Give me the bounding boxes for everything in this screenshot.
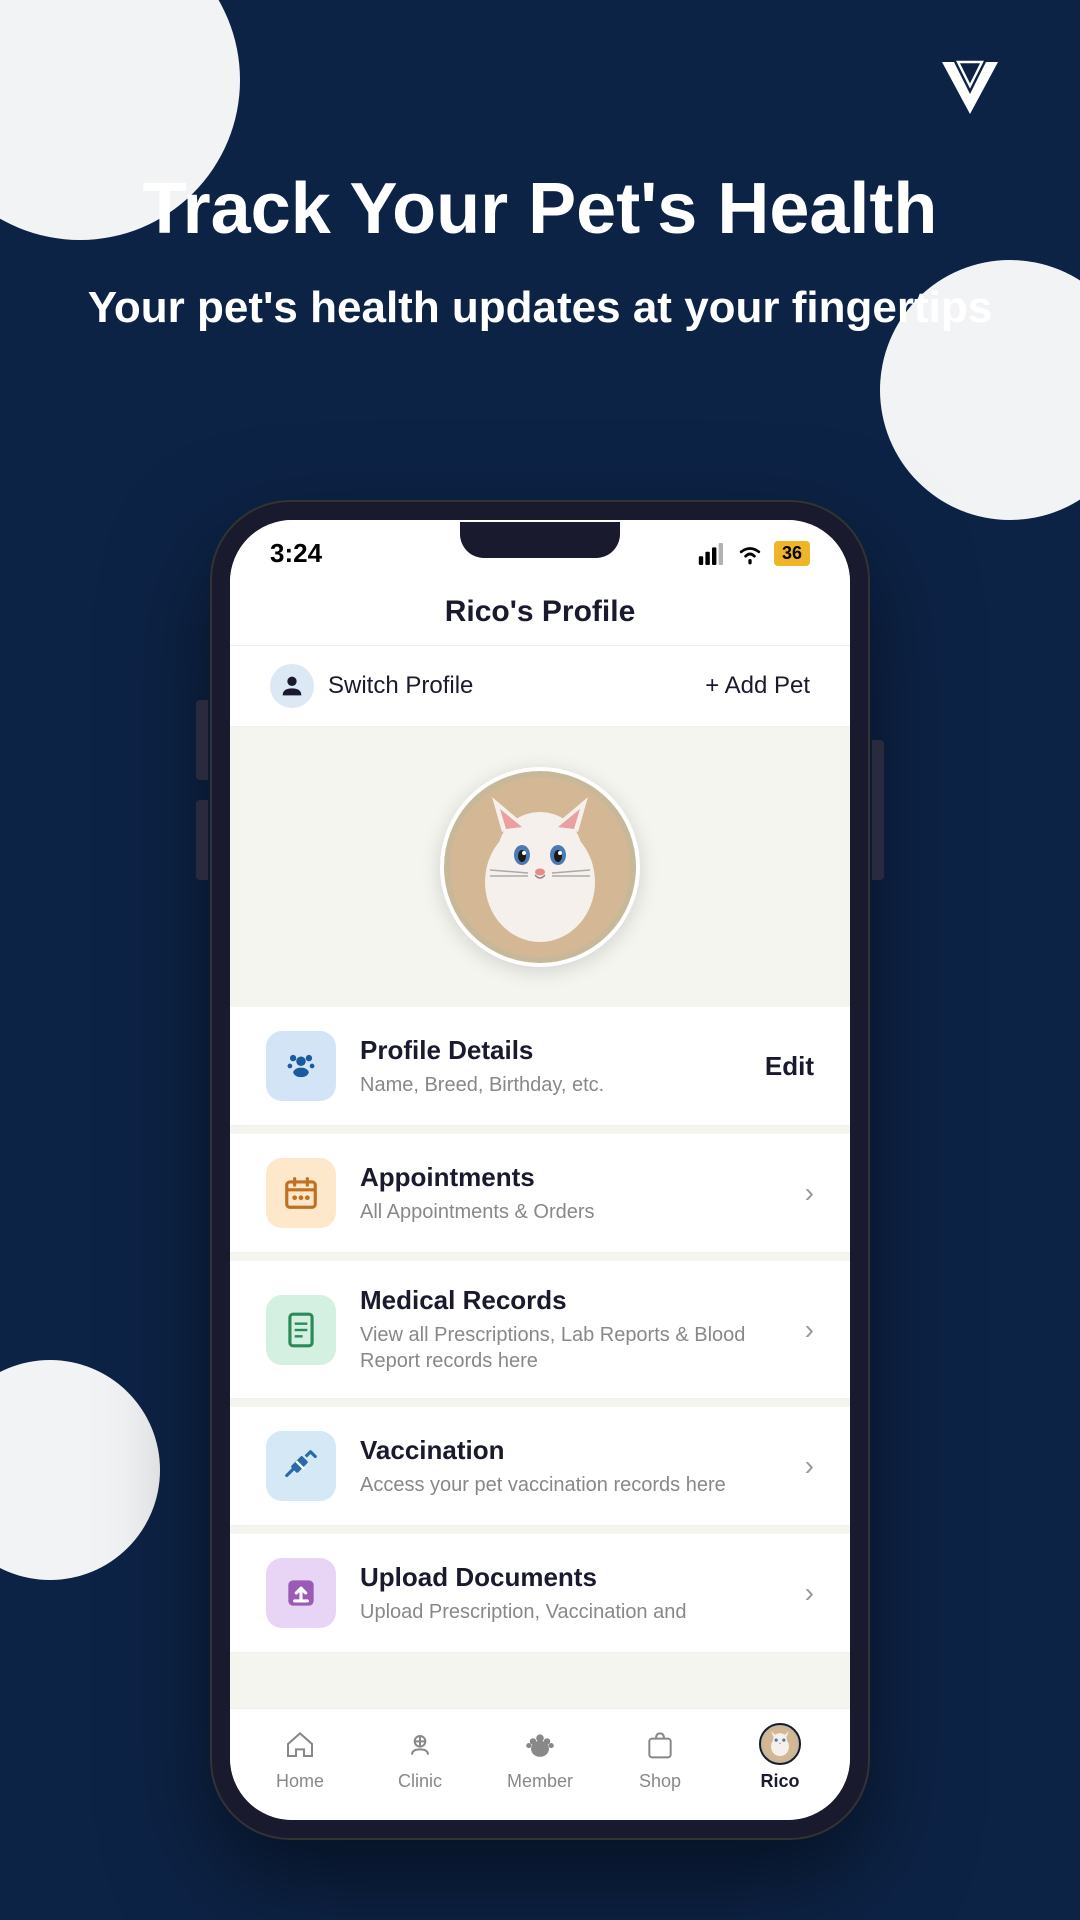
switch-profile-button[interactable]: Switch Profile [270, 664, 473, 708]
calendar-icon [282, 1174, 320, 1212]
wifi-icon [736, 543, 764, 565]
profile-details-text: Profile Details Name, Breed, Birthday, e… [360, 1035, 741, 1098]
appointments-title: Appointments [360, 1162, 781, 1193]
hero-subtitle: Your pet's health updates at your finger… [80, 279, 1000, 336]
pet-avatar [440, 767, 640, 967]
phone-outer: 3:24 36 [210, 500, 870, 1840]
profile-edit-button[interactable]: Edit [765, 1051, 814, 1082]
vaccination-icon [266, 1431, 336, 1501]
pet-avatar-section [230, 727, 850, 1007]
clinic-icon [404, 1728, 436, 1760]
status-icons: 36 [698, 541, 810, 566]
phone-notch [460, 522, 620, 558]
status-time: 3:24 [270, 538, 322, 569]
shop-bag-icon [644, 1728, 676, 1760]
profile-actions-bar: Switch Profile + Add Pet [230, 646, 850, 727]
hero-title: Track Your Pet's Health [80, 170, 1000, 249]
app-logo [920, 40, 1020, 140]
document-icon [282, 1311, 320, 1349]
clinic-nav-label: Clinic [398, 1771, 442, 1792]
appointments-subtitle: All Appointments & Orders [360, 1199, 781, 1225]
profile-switch-icon [278, 672, 306, 700]
upload-documents-subtitle: Upload Prescription, Vaccination and [360, 1599, 781, 1625]
pet-avatar-image [450, 777, 630, 957]
nav-item-member[interactable]: Member [490, 1723, 590, 1792]
menu-list: Profile Details Name, Breed, Birthday, e… [230, 1007, 850, 1708]
vaccination-arrow: › [805, 1450, 814, 1482]
member-nav-label: Member [507, 1771, 573, 1792]
medical-records-title: Medical Records [360, 1285, 781, 1316]
page-header: Rico's Profile [230, 579, 850, 646]
medical-records-text: Medical Records View all Prescriptions, … [360, 1285, 781, 1374]
upload-documents-arrow: › [805, 1577, 814, 1609]
upload-icon [282, 1574, 320, 1612]
vaccination-subtitle: Access your pet vaccination records here [360, 1472, 781, 1498]
paw-icon [282, 1047, 320, 1085]
rico-nav-avatar [759, 1723, 801, 1765]
vaccination-title: Vaccination [360, 1435, 781, 1466]
profile-details-icon [266, 1031, 336, 1101]
add-pet-button[interactable]: + Add Pet [705, 672, 810, 700]
signal-icon [698, 543, 726, 565]
phone-screen: 3:24 36 [230, 520, 850, 1820]
menu-item-upload-documents[interactable]: Upload Documents Upload Prescription, Va… [230, 1534, 850, 1653]
medical-records-subtitle: View all Prescriptions, Lab Reports & Bl… [360, 1322, 781, 1374]
nav-item-shop[interactable]: Shop [610, 1723, 710, 1792]
bg-circle-bottom-left [0, 1360, 160, 1580]
clinic-nav-icon [399, 1723, 441, 1765]
switch-profile-label: Switch Profile [328, 672, 473, 700]
menu-item-vaccination[interactable]: Vaccination Access your pet vaccination … [230, 1407, 850, 1526]
nav-item-clinic[interactable]: Clinic [370, 1723, 470, 1792]
page-header-title: Rico's Profile [445, 595, 636, 628]
member-nav-icon [519, 1723, 561, 1765]
house-icon [284, 1728, 316, 1760]
battery-badge: 36 [774, 541, 810, 566]
menu-item-medical-records[interactable]: Medical Records View all Prescriptions, … [230, 1261, 850, 1399]
shop-nav-label: Shop [639, 1771, 681, 1792]
switch-profile-icon [270, 664, 314, 708]
add-pet-label: + Add Pet [705, 672, 810, 700]
rico-avatar-icon [764, 1728, 796, 1760]
profile-details-title: Profile Details [360, 1035, 741, 1066]
rico-nav-label: Rico [760, 1771, 799, 1792]
appointments-icon [266, 1158, 336, 1228]
medical-records-arrow: › [805, 1314, 814, 1346]
upload-documents-title: Upload Documents [360, 1562, 781, 1593]
nav-item-rico[interactable]: Rico [730, 1723, 830, 1792]
paw-nav-icon [524, 1728, 556, 1760]
profile-details-subtitle: Name, Breed, Birthday, etc. [360, 1072, 741, 1098]
syringe-icon [282, 1447, 320, 1485]
upload-documents-icon [266, 1558, 336, 1628]
hero-section: Track Your Pet's Health Your pet's healt… [0, 170, 1080, 336]
menu-item-profile-details[interactable]: Profile Details Name, Breed, Birthday, e… [230, 1007, 850, 1126]
upload-documents-text: Upload Documents Upload Prescription, Va… [360, 1562, 781, 1625]
appointments-text: Appointments All Appointments & Orders [360, 1162, 781, 1225]
home-nav-label: Home [276, 1771, 324, 1792]
menu-item-appointments[interactable]: Appointments All Appointments & Orders › [230, 1134, 850, 1253]
shop-nav-icon [639, 1723, 681, 1765]
medical-records-icon [266, 1295, 336, 1365]
phone-mockup: 3:24 36 [210, 500, 870, 1840]
home-nav-icon [279, 1723, 321, 1765]
vaccination-text: Vaccination Access your pet vaccination … [360, 1435, 781, 1498]
nav-item-home[interactable]: Home [250, 1723, 350, 1792]
appointments-arrow: › [805, 1177, 814, 1209]
bottom-nav: Home Clinic [230, 1708, 850, 1820]
